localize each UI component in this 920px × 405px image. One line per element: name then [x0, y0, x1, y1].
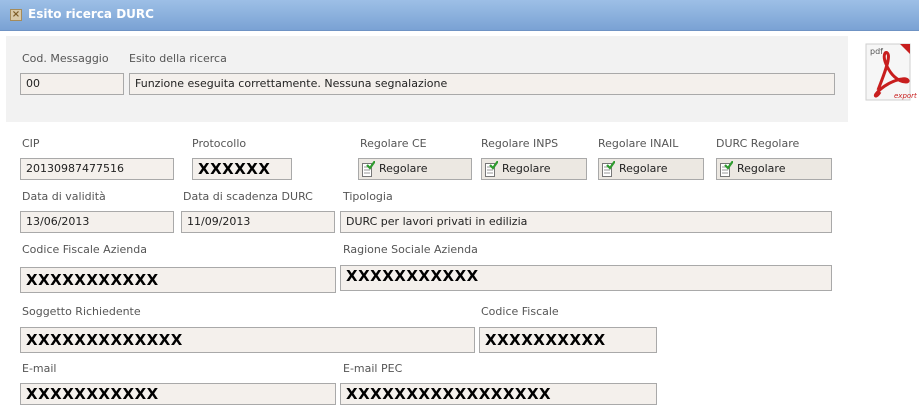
ragione-sociale-field[interactable]: XXXXXXXXXXX	[340, 265, 832, 291]
regolare-inail-field[interactable]: Regolare	[598, 158, 704, 180]
document-check-icon	[602, 161, 615, 177]
data-scadenza-field[interactable]: 11/09/2013	[181, 211, 335, 233]
regolare-ce-value: Regolare	[379, 162, 428, 175]
data-validita-field[interactable]: 13/06/2013	[20, 211, 174, 233]
email-field[interactable]: XXXXXXXXXXX	[20, 383, 336, 405]
email-pec-label: E-mail PEC	[343, 362, 403, 375]
export-label: export	[894, 92, 917, 100]
durc-regolare-field[interactable]: Regolare	[716, 158, 832, 180]
close-icon[interactable]: ×	[10, 9, 22, 21]
regolare-inail-value: Regolare	[619, 162, 668, 175]
protocollo-field[interactable]: XXXXXX	[192, 158, 292, 180]
soggetto-richiedente-label: Soggetto Richiedente	[22, 305, 141, 318]
durc-regolare-label: DURC Regolare	[716, 137, 800, 150]
codice-fiscale-label: Codice Fiscale	[481, 305, 559, 318]
data-scadenza-label: Data di scadenza DURC	[183, 190, 313, 203]
cod-messaggio-label: Cod. Messaggio	[22, 52, 109, 65]
regolare-inps-label: Regolare INPS	[481, 137, 559, 150]
codice-fiscale-field[interactable]: XXXXXXXXXX	[479, 327, 657, 353]
window-title: Esito ricerca DURC	[28, 7, 154, 21]
cip-label: CIP	[22, 137, 40, 150]
data-validita-label: Data di validità	[22, 190, 106, 203]
soggetto-richiedente-field[interactable]: XXXXXXXXXXXXX	[20, 327, 475, 353]
document-check-icon	[720, 161, 733, 177]
protocollo-label: Protocollo	[192, 137, 247, 150]
regolare-inps-field[interactable]: Regolare	[481, 158, 587, 180]
document-check-icon	[485, 161, 498, 177]
email-label: E-mail	[22, 362, 57, 375]
pdf-label: pdf	[870, 47, 883, 56]
regolare-inail-label: Regolare INAIL	[598, 137, 679, 150]
cf-azienda-field[interactable]: XXXXXXXXXXX	[20, 267, 336, 293]
document-check-icon	[362, 161, 375, 177]
cf-azienda-label: Codice Fiscale Azienda	[22, 243, 148, 256]
tipologia-label: Tipologia	[343, 190, 393, 203]
cip-field[interactable]: 20130987477516	[20, 158, 174, 180]
regolare-inps-value: Regolare	[502, 162, 551, 175]
window-titlebar: × Esito ricerca DURC	[0, 0, 919, 31]
tipologia-field[interactable]: DURC per lavori privati in edilizia	[340, 211, 832, 233]
ragione-sociale-label: Ragione Sociale Azienda	[343, 243, 478, 256]
regolare-ce-label: Regolare CE	[360, 137, 427, 150]
pdf-export-icon[interactable]: pdf export	[864, 42, 918, 102]
email-pec-field[interactable]: XXXXXXXXXXXXXXXXX	[340, 383, 657, 405]
cod-messaggio-field[interactable]: 00	[20, 73, 124, 95]
esito-ricerca-field[interactable]: Funzione eseguita correttamente. Nessuna…	[129, 73, 835, 95]
esito-ricerca-label: Esito della ricerca	[129, 52, 227, 65]
regolare-ce-field[interactable]: Regolare	[358, 158, 472, 180]
durc-regolare-value: Regolare	[737, 162, 786, 175]
